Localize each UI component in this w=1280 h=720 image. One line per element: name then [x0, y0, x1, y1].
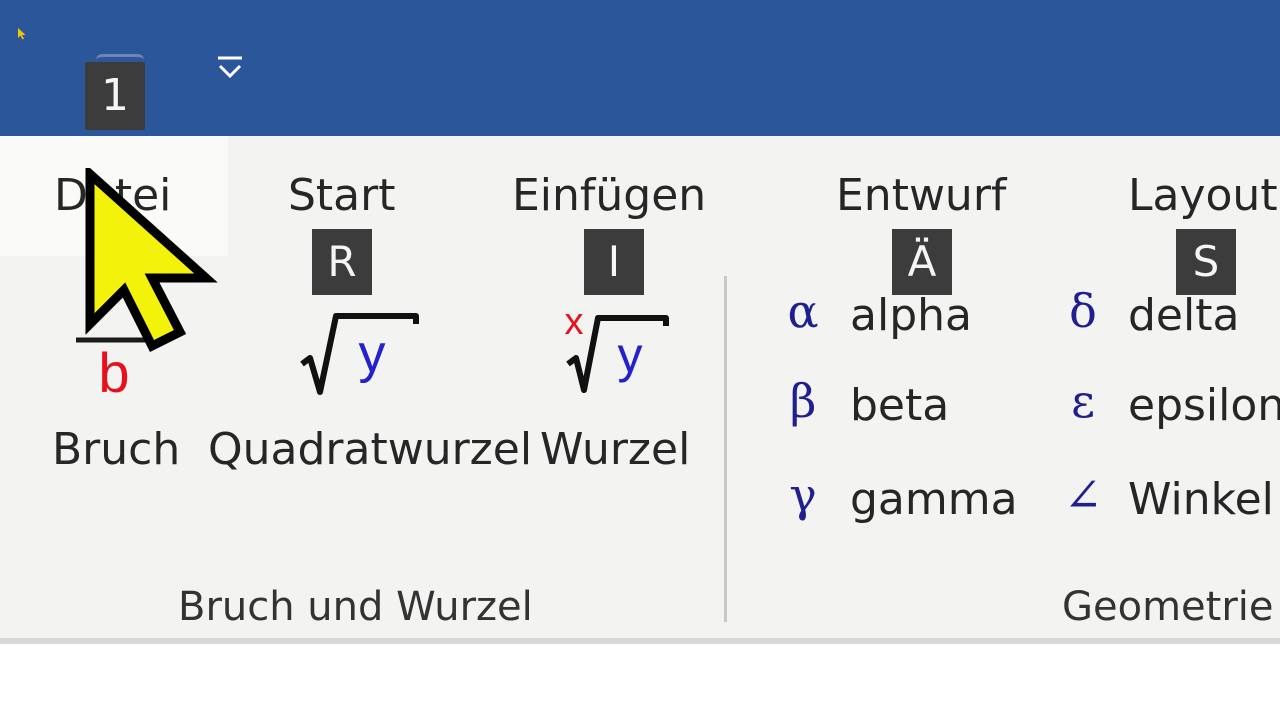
keytip-start: R [312, 229, 372, 295]
chevron-down-icon [218, 56, 242, 79]
gamma-label: gamma [850, 474, 1018, 525]
keytip-layout: S [1176, 229, 1236, 295]
square-root-variable: y [359, 324, 386, 384]
square-root-icon: y [300, 313, 419, 395]
group-label-fraction-root: Bruch und Wurzel [178, 584, 533, 630]
gamma-symbol: γ [789, 468, 817, 522]
epsilon-label: epsilon [1128, 380, 1280, 431]
nth-root-index: x [565, 301, 584, 343]
tab-entwurf[interactable]: Entwurf [836, 170, 1006, 221]
alpha-symbol: α [787, 284, 819, 338]
group-label-geometry: Geometrie [1062, 584, 1274, 630]
nth-root-label: Wurzel [540, 424, 691, 475]
title-bar: 1 [0, 0, 1280, 136]
keytip-entwurf: Ä [892, 229, 952, 295]
delta-symbol: δ [1069, 284, 1097, 338]
group-separator [724, 276, 727, 622]
keytip-einfuegen: I [584, 229, 644, 295]
yellow-arrow-pointer-icon [85, 168, 218, 353]
nth-root-variable: y [618, 327, 643, 383]
tab-start[interactable]: Start [288, 170, 396, 221]
epsilon-symbol: ε [1071, 374, 1095, 428]
angle-symbol: ∠ [1063, 468, 1103, 522]
tab-einfuegen[interactable]: Einfügen [512, 170, 706, 221]
square-root-label: Quadratwurzel [208, 424, 533, 475]
fraction-label: Bruch [52, 424, 181, 475]
alpha-label: alpha [850, 290, 972, 341]
delta-label: delta [1128, 290, 1240, 341]
mouse-pointer-small-icon [18, 28, 26, 40]
customize-quick-access-button[interactable] [212, 52, 248, 84]
quick-access-keytip: 1 [85, 62, 145, 130]
ribbon-bottom-border [0, 638, 1280, 644]
beta-label: beta [850, 380, 950, 431]
beta-symbol: β [789, 374, 817, 428]
tab-layout[interactable]: Layout [1128, 170, 1278, 221]
nth-root-icon: x y [565, 301, 669, 393]
angle-label: Winkel [1128, 474, 1274, 525]
